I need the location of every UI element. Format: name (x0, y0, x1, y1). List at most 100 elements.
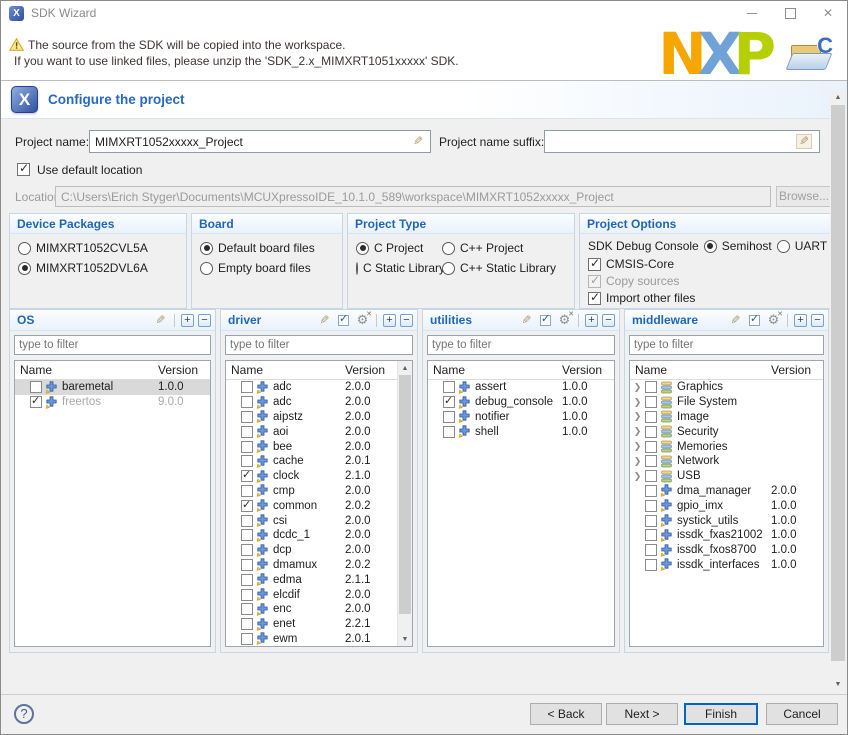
use-default-location-checkbox[interactable] (17, 163, 30, 176)
expand-all-icon[interactable]: + (585, 314, 598, 327)
scroll-down-arrow[interactable]: ▼ (398, 632, 412, 646)
edit-icon[interactable]: ✎ (317, 313, 332, 328)
project-suffix-input[interactable] (544, 130, 820, 153)
edit-icon[interactable]: ✎ (153, 313, 168, 328)
filter-input-driver[interactable] (225, 335, 413, 355)
row-checkbox[interactable] (241, 603, 253, 615)
component-row-shell[interactable]: shell1.0.0 (428, 424, 614, 439)
chevron-right-icon[interactable]: ❯ (630, 411, 645, 422)
select-all-icon[interactable] (336, 313, 351, 328)
radio-c-static-library[interactable] (356, 262, 358, 275)
row-checkbox[interactable] (241, 485, 253, 497)
expand-all-icon[interactable]: + (383, 314, 396, 327)
row-checkbox[interactable] (241, 396, 253, 408)
component-row-dcdc-1[interactable]: dcdc_12.0.0 (226, 528, 412, 543)
category-row-image[interactable]: ❯Image (630, 410, 823, 425)
filter-input-os[interactable] (14, 335, 211, 355)
select-all-icon[interactable] (747, 313, 762, 328)
chevron-right-icon[interactable]: ❯ (630, 426, 645, 437)
filter-input-middleware[interactable] (629, 335, 824, 355)
row-checkbox[interactable] (443, 426, 455, 438)
chevron-right-icon[interactable]: ❯ (630, 397, 645, 408)
table-scrollbar[interactable]: ▲▼ (397, 361, 412, 646)
row-checkbox[interactable] (241, 470, 253, 482)
row-checkbox[interactable] (241, 441, 253, 453)
component-row-issdk-fxos8700[interactable]: issdk_fxos87001.0.0 (630, 543, 823, 558)
vertical-scrollbar[interactable]: ▲ ▼ (830, 90, 846, 691)
row-checkbox[interactable] (241, 426, 253, 438)
row-checkbox[interactable] (30, 381, 42, 393)
row-checkbox[interactable] (645, 544, 657, 556)
component-row-issdk-fxas21002[interactable]: issdk_fxas210021.0.0 (630, 528, 823, 543)
row-checkbox[interactable] (241, 589, 253, 601)
scroll-thumb[interactable] (399, 375, 411, 614)
deselect-all-icon[interactable]: ⚙ (557, 313, 572, 328)
component-row-assert[interactable]: assert1.0.0 (428, 380, 614, 395)
component-row-systick-utils[interactable]: systick_utils1.0.0 (630, 513, 823, 528)
chevron-right-icon[interactable]: ❯ (630, 456, 645, 467)
component-row-dmamux[interactable]: dmamux2.0.2 (226, 558, 412, 573)
row-checkbox[interactable] (241, 411, 253, 423)
component-row-dcp[interactable]: dcp2.0.0 (226, 543, 412, 558)
radio-c-project[interactable] (356, 242, 369, 255)
row-checkbox[interactable] (241, 544, 253, 556)
component-row-dma-manager[interactable]: dma_manager2.0.0 (630, 484, 823, 499)
row-checkbox[interactable] (645, 559, 657, 571)
component-row-baremetal[interactable]: baremetal1.0.0 (15, 380, 210, 395)
project-name-input[interactable] (89, 130, 431, 153)
select-all-icon[interactable] (538, 313, 553, 328)
category-row-usb[interactable]: ❯USB (630, 469, 823, 484)
component-row-notifier[interactable]: notifier1.0.0 (428, 410, 614, 425)
collapse-all-icon[interactable]: − (198, 314, 211, 327)
component-row-enc[interactable]: enc2.0.0 (226, 602, 412, 617)
component-row-cache[interactable]: cache2.0.1 (226, 454, 412, 469)
deselect-all-icon[interactable]: ⚙ (355, 313, 370, 328)
collapse-all-icon[interactable]: − (811, 314, 824, 327)
component-row-bee[interactable]: bee2.0.0 (226, 439, 412, 454)
row-checkbox[interactable] (30, 396, 42, 408)
component-row-cmp[interactable]: cmp2.0.0 (226, 484, 412, 499)
radio-semihost[interactable] (704, 240, 717, 253)
row-checkbox[interactable] (241, 455, 253, 467)
browse-button[interactable]: Browse... (776, 186, 832, 207)
component-row-ewm[interactable]: ewm2.0.1 (226, 632, 412, 647)
scroll-up-arrow[interactable]: ▲ (398, 361, 412, 375)
category-row-graphics[interactable]: ❯Graphics (630, 380, 823, 395)
row-checkbox[interactable] (443, 411, 455, 423)
row-checkbox[interactable] (241, 559, 253, 571)
component-row-adc[interactable]: adc2.0.0 (226, 380, 412, 395)
component-row-freertos[interactable]: freertos9.0.0 (15, 395, 210, 410)
row-checkbox[interactable] (645, 441, 657, 453)
close-button[interactable]: ✕ (809, 1, 847, 25)
chevron-right-icon[interactable]: ❯ (630, 441, 645, 452)
component-row-edma[interactable]: edma2.1.1 (226, 572, 412, 587)
component-row-common[interactable]: common2.0.2 (226, 498, 412, 513)
back-button[interactable]: < Back (530, 703, 602, 725)
category-row-network[interactable]: ❯Network (630, 454, 823, 469)
radio-c-static-library[interactable] (442, 262, 455, 275)
row-checkbox[interactable] (645, 426, 657, 438)
row-checkbox[interactable] (645, 529, 657, 541)
next-button[interactable]: Next > (606, 703, 678, 725)
help-button[interactable]: ? (14, 704, 34, 724)
component-row-aipstz[interactable]: aipstz2.0.0 (226, 410, 412, 425)
expand-all-icon[interactable]: + (794, 314, 807, 327)
row-checkbox[interactable] (645, 455, 657, 467)
category-row-memories[interactable]: ❯Memories (630, 439, 823, 454)
chevron-right-icon[interactable]: ❯ (630, 471, 645, 482)
row-checkbox[interactable] (645, 381, 657, 393)
row-checkbox[interactable] (645, 485, 657, 497)
radio-c-project[interactable] (442, 242, 455, 255)
row-checkbox[interactable] (443, 381, 455, 393)
component-row-enet[interactable]: enet2.2.1 (226, 617, 412, 632)
component-row-aoi[interactable]: aoi2.0.0 (226, 424, 412, 439)
row-checkbox[interactable] (241, 633, 253, 645)
row-checkbox[interactable] (645, 411, 657, 423)
checkbox-cmsis-core[interactable] (588, 258, 601, 271)
collapse-all-icon[interactable]: − (400, 314, 413, 327)
component-row-gpio-imx[interactable]: gpio_imx1.0.0 (630, 498, 823, 513)
radio-uart[interactable] (777, 240, 790, 253)
component-row-elcdif[interactable]: elcdif2.0.0 (226, 587, 412, 602)
scroll-up-arrow[interactable]: ▲ (830, 90, 846, 104)
edit-icon[interactable]: ✎ (519, 313, 534, 328)
